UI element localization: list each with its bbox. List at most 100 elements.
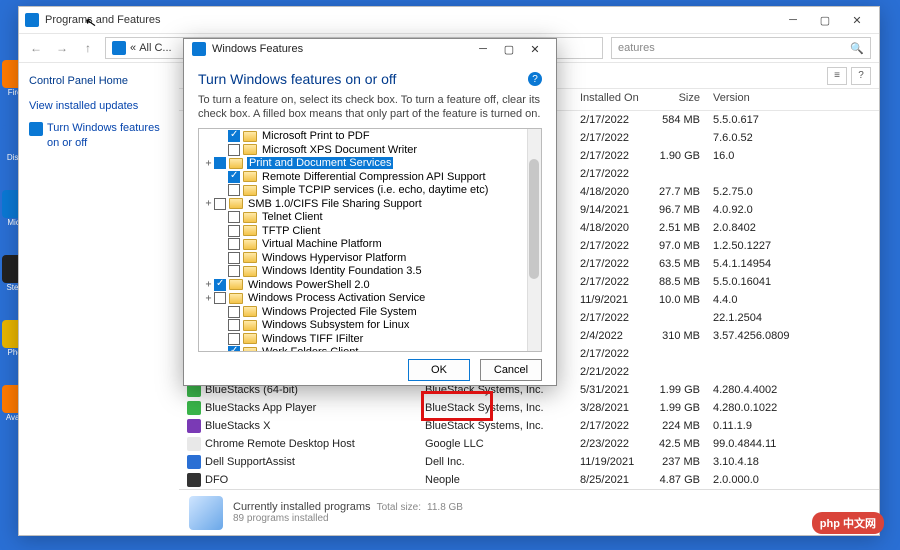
table-row[interactable]: DFONeople8/25/20214.87 GB2.0.000.0 bbox=[179, 471, 879, 489]
feature-item[interactable]: + Windows Process Activation Service bbox=[199, 292, 541, 306]
status-count: 89 programs installed bbox=[233, 513, 463, 524]
feature-item[interactable]: Microsoft XPS Document Writer bbox=[199, 143, 541, 157]
checkbox[interactable] bbox=[214, 198, 226, 210]
feature-item[interactable]: Windows Hypervisor Platform bbox=[199, 251, 541, 265]
folder-icon bbox=[229, 293, 243, 304]
feature-label: Remote Differential Compression API Supp… bbox=[261, 171, 487, 183]
expand-icon[interactable]: + bbox=[203, 158, 214, 169]
cancel-button[interactable]: Cancel bbox=[480, 359, 542, 381]
checkbox[interactable] bbox=[228, 306, 240, 318]
expand-icon[interactable]: + bbox=[203, 293, 214, 304]
checkbox[interactable] bbox=[228, 171, 240, 183]
feature-label: Windows Hypervisor Platform bbox=[261, 252, 407, 264]
maximize-button[interactable]: ▢ bbox=[809, 10, 841, 30]
col-size[interactable]: Size bbox=[647, 89, 707, 110]
feature-item[interactable]: +SMB 1.0/CIFS File Sharing Support bbox=[199, 197, 541, 211]
checkbox[interactable] bbox=[228, 346, 240, 351]
col-version[interactable]: Version bbox=[707, 89, 812, 110]
dialog-title-bar: Windows Features ─ ▢ ✕ bbox=[184, 39, 556, 59]
feature-label: Windows TIFF IFilter bbox=[261, 333, 364, 345]
features-tree[interactable]: Microsoft Print to PDFMicrosoft XPS Docu… bbox=[198, 128, 542, 352]
dialog-buttons: OK Cancel bbox=[184, 356, 556, 385]
feature-label: Windows Subsystem for Linux bbox=[261, 319, 410, 331]
feature-label: Windows Process Activation Service bbox=[247, 292, 426, 304]
feature-item[interactable]: TFTP Client bbox=[199, 224, 541, 238]
status-title: Currently installed programs bbox=[233, 501, 371, 513]
programs-icon bbox=[189, 496, 223, 530]
minimize-button[interactable]: ─ bbox=[777, 10, 809, 30]
checkbox[interactable] bbox=[228, 333, 240, 345]
checkbox[interactable] bbox=[228, 144, 240, 156]
help-icon[interactable]: ? bbox=[528, 72, 542, 86]
back-button[interactable]: ← bbox=[27, 39, 45, 57]
feature-label: Windows Identity Foundation 3.5 bbox=[261, 265, 423, 277]
feature-item[interactable]: Microsoft Print to PDF bbox=[199, 130, 541, 144]
checkbox[interactable] bbox=[228, 265, 240, 277]
checkbox[interactable] bbox=[214, 157, 226, 169]
forward-button[interactable]: → bbox=[53, 39, 71, 57]
scrollbar[interactable] bbox=[527, 129, 541, 351]
feature-item[interactable]: Virtual Machine Platform bbox=[199, 238, 541, 252]
control-panel-home[interactable]: Control Panel Home bbox=[29, 75, 169, 87]
folder-icon bbox=[229, 198, 243, 209]
view-mode-button[interactable]: ≡ bbox=[827, 67, 847, 85]
scrollbar-thumb[interactable] bbox=[529, 159, 539, 279]
folder-icon bbox=[243, 239, 257, 250]
up-button[interactable]: ↑ bbox=[79, 39, 97, 57]
help-button[interactable]: ? bbox=[851, 67, 871, 85]
checkbox[interactable] bbox=[228, 211, 240, 223]
table-row[interactable]: BlueStacks XBlueStack Systems, Inc.2/17/… bbox=[179, 417, 879, 435]
feature-item[interactable]: Windows Identity Foundation 3.5 bbox=[199, 265, 541, 279]
expand-icon[interactable]: + bbox=[203, 279, 214, 290]
status-bar: Currently installed programs Total size:… bbox=[179, 489, 879, 535]
feature-label: TFTP Client bbox=[261, 225, 321, 237]
folder-icon bbox=[243, 252, 257, 263]
feature-item[interactable]: +Print and Document Services bbox=[199, 157, 541, 171]
checkbox[interactable] bbox=[228, 252, 240, 264]
checkbox[interactable] bbox=[214, 292, 226, 304]
feature-item[interactable]: Remote Differential Compression API Supp… bbox=[199, 170, 541, 184]
dialog-title: Windows Features bbox=[212, 43, 303, 55]
feature-item[interactable]: Windows Projected File System bbox=[199, 305, 541, 319]
folder-icon bbox=[243, 333, 257, 344]
window-title: Programs and Features bbox=[45, 14, 161, 26]
turn-windows-features-link[interactable]: Turn Windows features on or off bbox=[29, 121, 169, 150]
checkbox[interactable] bbox=[228, 238, 240, 250]
feature-label: Simple TCPIP services (i.e. echo, daytim… bbox=[261, 184, 489, 196]
checkbox[interactable] bbox=[228, 319, 240, 331]
app-icon bbox=[25, 13, 39, 27]
folder-icon bbox=[243, 212, 257, 223]
feature-item[interactable]: + Windows PowerShell 2.0 bbox=[199, 278, 541, 292]
feature-label: Telnet Client bbox=[261, 211, 324, 223]
ok-button[interactable]: OK bbox=[408, 359, 470, 381]
view-installed-updates-link[interactable]: View installed updates bbox=[29, 99, 169, 113]
table-row[interactable]: Chrome Remote Desktop HostGoogle LLC2/23… bbox=[179, 435, 879, 453]
title-bar: Programs and Features ─ ▢ ✕ bbox=[19, 7, 879, 33]
table-row[interactable]: BlueStacks App PlayerBlueStack Systems, … bbox=[179, 399, 879, 417]
feature-item[interactable]: Windows TIFF IFilter bbox=[199, 332, 541, 346]
checkbox[interactable] bbox=[228, 225, 240, 237]
feature-item[interactable]: Work Folders Client bbox=[199, 346, 541, 352]
close-button[interactable]: ✕ bbox=[841, 10, 873, 30]
feature-item[interactable]: Windows Subsystem for Linux bbox=[199, 319, 541, 333]
dialog-close-button[interactable]: ✕ bbox=[522, 39, 548, 59]
feature-label: Windows PowerShell 2.0 bbox=[247, 279, 371, 291]
folder-icon bbox=[243, 131, 257, 142]
folder-icon bbox=[243, 185, 257, 196]
dialog-minimize-button[interactable]: ─ bbox=[470, 39, 496, 59]
feature-label: Windows Projected File System bbox=[261, 306, 418, 318]
dialog-maximize-button[interactable]: ▢ bbox=[496, 39, 522, 59]
feature-item[interactable]: Simple TCPIP services (i.e. echo, daytim… bbox=[199, 184, 541, 198]
checkbox[interactable] bbox=[228, 130, 240, 142]
feature-label: Microsoft Print to PDF bbox=[261, 130, 371, 142]
search-input[interactable]: eatures 🔍 bbox=[611, 37, 871, 59]
col-installed[interactable]: Installed On bbox=[574, 89, 647, 110]
feature-item[interactable]: Telnet Client bbox=[199, 211, 541, 225]
checkbox[interactable] bbox=[214, 279, 226, 291]
table-row[interactable]: Dell SupportAssistDell Inc.11/19/2021237… bbox=[179, 453, 879, 471]
folder-icon bbox=[243, 171, 257, 182]
expand-icon[interactable]: + bbox=[203, 198, 214, 209]
dialog-icon bbox=[192, 42, 206, 56]
feature-label: Work Folders Client bbox=[261, 346, 359, 351]
checkbox[interactable] bbox=[228, 184, 240, 196]
